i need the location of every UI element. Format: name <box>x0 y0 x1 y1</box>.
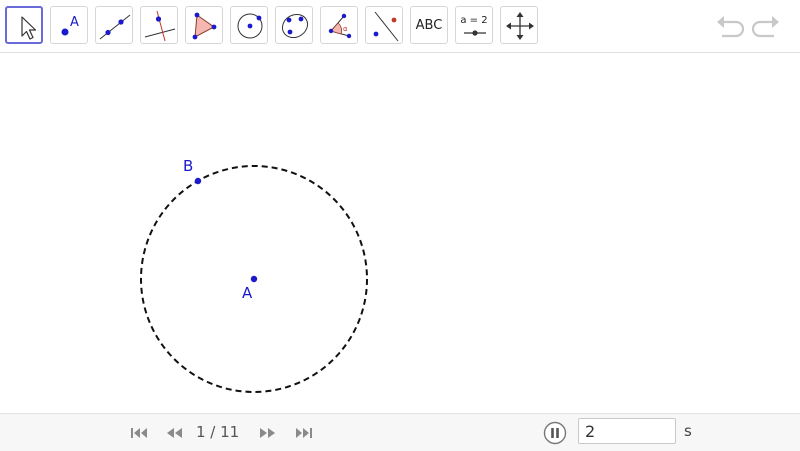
conic-tool-button[interactable] <box>275 6 313 44</box>
graphics-view[interactable]: A B <box>0 53 800 413</box>
slider-tool-button[interactable]: a = 2 <box>455 6 493 44</box>
speed-unit-label: s <box>684 422 692 440</box>
reflect-tool-button[interactable] <box>365 6 403 44</box>
circle-tool-button[interactable] <box>230 6 268 44</box>
point-b-label: B <box>183 157 193 175</box>
line-tool-button[interactable] <box>95 6 133 44</box>
toolbar: A α ABC a = 2 <box>0 0 800 53</box>
angle-tool-icon: α <box>328 13 352 39</box>
text-tool-button[interactable]: ABC <box>410 6 448 44</box>
polygon-tool-icon <box>192 12 217 40</box>
angle-tool-button[interactable]: α <box>320 6 358 44</box>
polygon-tool-button[interactable] <box>185 6 223 44</box>
svg-text:α: α <box>343 25 348 33</box>
playback-bar: 1 / 11 s <box>0 413 800 451</box>
redo-button[interactable] <box>751 12 782 40</box>
text-tool-icon: ABC <box>415 17 443 33</box>
previous-step-button[interactable] <box>164 425 184 441</box>
pause-button[interactable] <box>543 421 567 445</box>
point-a-label: A <box>242 284 253 302</box>
point-tool-letter: A <box>70 15 79 30</box>
step-counter: 1 / 11 <box>196 423 240 441</box>
move-graphics-view-tool-button[interactable] <box>500 6 538 44</box>
next-step-button[interactable] <box>258 425 278 441</box>
first-step-button[interactable] <box>129 425 149 441</box>
line-tool-icon <box>99 14 131 40</box>
point-a[interactable] <box>250 275 258 283</box>
undo-icon <box>717 16 745 38</box>
conic-tool-icon <box>281 13 309 39</box>
last-step-button[interactable] <box>294 425 314 441</box>
move-tool-button[interactable] <box>5 6 43 44</box>
redo-icon <box>751 16 779 38</box>
point-tool-button[interactable]: A <box>50 6 88 44</box>
move-tool-icon <box>21 16 37 40</box>
reflect-tool-icon <box>373 11 399 42</box>
point-b[interactable] <box>194 177 202 185</box>
point-tool-icon: A <box>61 15 79 36</box>
perpendicular-line-tool-icon <box>144 10 176 42</box>
move-graphics-view-tool-icon <box>506 12 534 40</box>
slider-track-icon <box>464 30 486 36</box>
perpendicular-line-tool-button[interactable] <box>140 6 178 44</box>
speed-input[interactable] <box>578 418 676 444</box>
undo-button[interactable] <box>714 12 745 40</box>
circle-tool-icon <box>237 13 263 39</box>
